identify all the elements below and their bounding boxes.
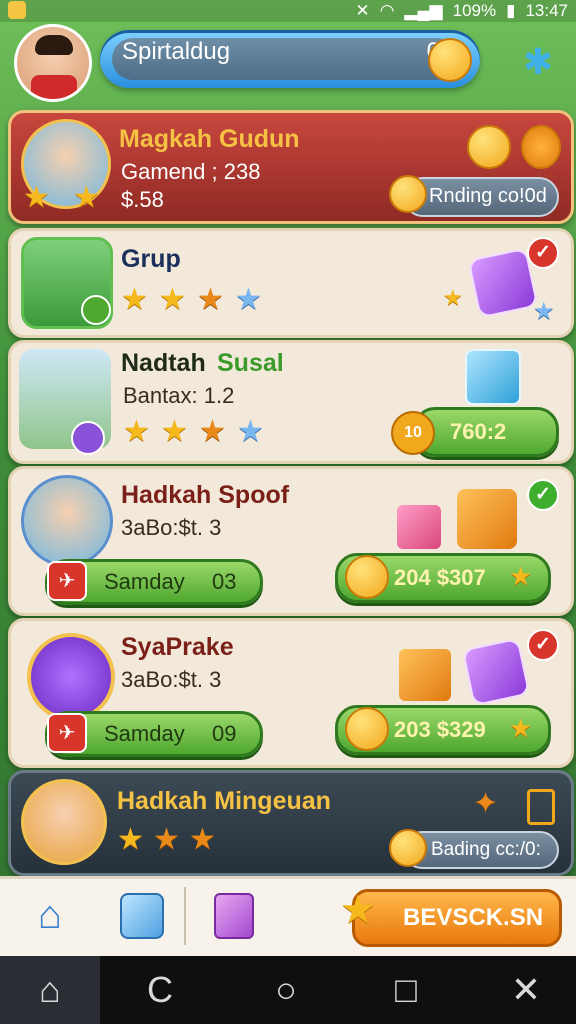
clock: 13:47: [525, 1, 568, 20]
card-line1: 3aBo:$t. 3: [121, 515, 222, 540]
action-label: BEVSCK.SN: [403, 904, 544, 931]
system-nav: ⌂ C ○ □ ✕: [0, 956, 576, 1024]
star-icon: ★: [161, 415, 188, 448]
card-title: Grup: [121, 245, 181, 273]
coin-icon: [389, 829, 427, 867]
card-line1: Gamend ; 238: [121, 159, 261, 184]
divider: [184, 887, 186, 945]
notification-icon: [8, 1, 26, 19]
gift-icon: [399, 649, 451, 701]
profile-avatar[interactable]: [14, 24, 92, 102]
star-icon: ★: [153, 823, 180, 856]
purple-dice-icon: [461, 637, 531, 707]
star-icon: ★: [159, 283, 186, 316]
mute-icon: ✕: [355, 1, 370, 20]
check-icon: ✓: [527, 629, 559, 661]
reward-text: 203 $329: [394, 717, 486, 742]
search-bar[interactable]: Spirtaldug 0: [100, 30, 480, 88]
smiley-coin-icon: [428, 38, 472, 82]
player-avatar: [21, 475, 113, 567]
wifi-icon: ◠: [379, 1, 395, 20]
star-icon: ★: [23, 181, 50, 214]
gift-box-icon: [457, 489, 517, 549]
status-bar: ✕ ◠ ▂▄▆ 109% ▮ 13:47: [0, 0, 576, 22]
check-icon: ✓: [527, 479, 559, 511]
bell-icon: [521, 125, 561, 169]
coin-icon: [389, 175, 427, 213]
card-line2: $.58: [121, 187, 164, 212]
card-featured[interactable]: ★ ★ Magkah Gudun Gamend ; 238 $.58 Rndin…: [8, 110, 574, 224]
star-icon: ★: [121, 283, 148, 316]
close-icon[interactable]: ✕: [476, 956, 576, 1024]
badge-text: Rnding co!0d: [429, 185, 547, 207]
day-number: 03: [212, 569, 237, 594]
circle-icon[interactable]: ○: [236, 956, 336, 1024]
check-icon: ✓: [527, 237, 559, 269]
star-icon: ★: [117, 823, 144, 856]
star-icon: ★: [509, 561, 533, 591]
search-text: Spirtaldug: [122, 38, 231, 65]
battery-text: 109%: [452, 1, 497, 20]
star-icon: ★: [189, 823, 216, 856]
puzzle-icon: ✦: [473, 787, 499, 820]
note-icon[interactable]: [214, 893, 254, 939]
star-icon: ★: [340, 888, 376, 932]
pin-button[interactable]: ✈: [47, 713, 87, 753]
day-text: Samday: [104, 569, 185, 594]
card-nadtah[interactable]: Nadtah Susal Bantax: 1.2 ★ ★ ★ ★ 760:2 1…: [8, 340, 574, 464]
bottom-bar: ⌂ BEVSCK.SN ★: [0, 876, 576, 959]
back-icon[interactable]: C: [110, 956, 210, 1024]
signal-icon: ▂▄▆: [404, 1, 443, 20]
smiley-coin-icon: [345, 555, 389, 599]
gift-icon: [397, 505, 441, 549]
card-title-a: Nadtah: [121, 349, 206, 377]
smiley-icon: [467, 125, 511, 169]
battery-icon: ▮: [506, 1, 516, 20]
star-icon: ★: [73, 181, 100, 214]
level-badge: [81, 295, 111, 325]
tv-box-icon: [465, 349, 521, 405]
sparkle-icon: ★: [443, 285, 463, 310]
home-nav-icon[interactable]: ⌂: [0, 956, 100, 1024]
card-line1: 3aBo:$t. 3: [121, 667, 222, 692]
badge-text: Bading cc:/0:: [431, 839, 541, 860]
day-number: 09: [212, 721, 237, 746]
day-text: Samday: [104, 721, 185, 746]
card-grup[interactable]: Grup ★ ★ ★ ★ ★ ★ ✓: [8, 228, 574, 338]
action-button[interactable]: BEVSCK.SN: [352, 889, 562, 947]
star-icon: ★: [509, 713, 533, 743]
card-title: SyaPrake: [121, 633, 234, 661]
card-title: Hadkah Spoof: [121, 481, 290, 509]
home-icon[interactable]: ⌂: [28, 893, 72, 937]
star-icon: ★: [123, 415, 150, 448]
tag-text: 10: [404, 424, 422, 441]
reward-text: 204 $307: [394, 565, 486, 590]
pet-icon[interactable]: ✱: [518, 42, 558, 82]
star-icon: ★: [235, 283, 262, 316]
card-title: Magkah Gudun: [119, 125, 300, 153]
sparkle-icon: ★: [533, 298, 555, 325]
emblem-icon: [27, 633, 115, 721]
player-avatar: [21, 779, 107, 865]
cube-icon[interactable]: [120, 893, 164, 939]
tag-badge: 10: [391, 411, 435, 455]
card-syaprake[interactable]: SyaPrake 3aBo:$t. 3 Samday 09 ✈ ✓ 203 $3…: [8, 618, 574, 768]
star-icon: ★: [199, 415, 226, 448]
value-text: 760:2: [450, 419, 507, 444]
phone-icon[interactable]: [527, 789, 555, 825]
card-mingeuan[interactable]: Hadkah Mingeuan ★ ★ ★ ✦ Bading cc:/0:: [8, 770, 574, 876]
card-line1: Bantax: 1.2: [123, 383, 235, 408]
level-badge: [71, 421, 105, 455]
smiley-coin-icon: [345, 707, 389, 751]
star-icon: ★: [237, 415, 264, 448]
pin-button[interactable]: ✈: [47, 561, 87, 601]
square-icon[interactable]: □: [356, 956, 456, 1024]
card-title-b: Susal: [217, 349, 284, 377]
card-title: Hadkah Mingeuan: [117, 787, 331, 815]
card-hadkah-spoof[interactable]: Hadkah Spoof 3aBo:$t. 3 Samday 03 ✈ ✓ 20…: [8, 466, 574, 616]
star-icon: ★: [197, 283, 224, 316]
